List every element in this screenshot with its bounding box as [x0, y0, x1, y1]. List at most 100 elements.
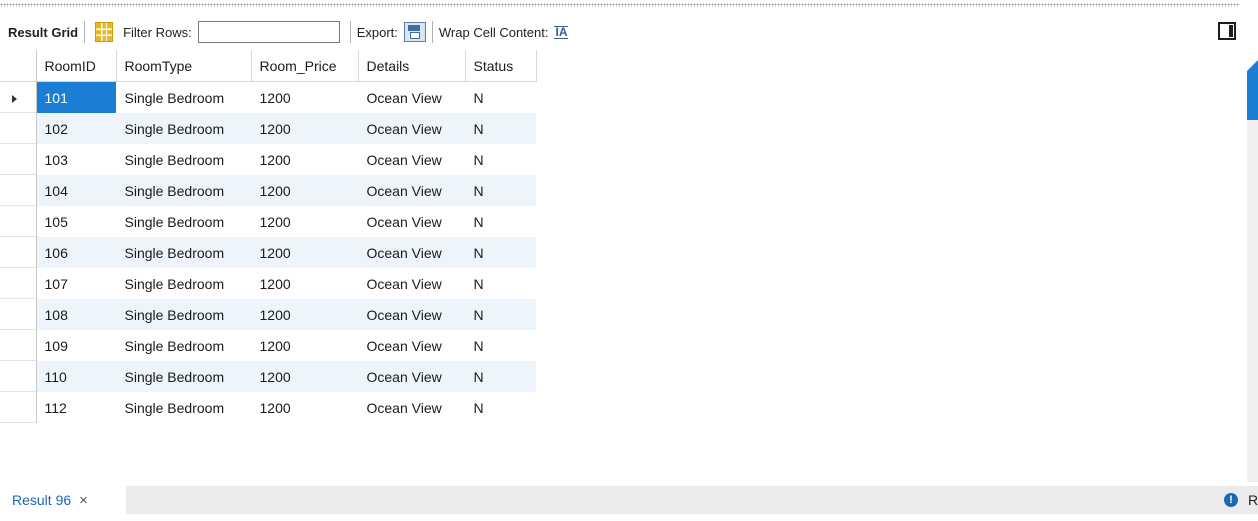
row-header[interactable] — [0, 237, 37, 268]
cell-roomid[interactable]: 102 — [36, 113, 116, 144]
cell-details[interactable]: Ocean View — [358, 113, 465, 144]
table-row[interactable]: 108 Single Bedroom 1200 Ocean View N — [0, 299, 536, 330]
result-toolbar: Result Grid Filter Rows: Export: Wrap Ce… — [0, 14, 1258, 50]
cell-roomtype[interactable]: Single Bedroom — [116, 392, 251, 423]
column-header-details[interactable]: Details — [358, 50, 466, 82]
cell-roomid[interactable]: 112 — [36, 392, 116, 423]
row-header[interactable] — [0, 113, 37, 144]
cell-roomid[interactable]: 103 — [36, 144, 116, 175]
table-row[interactable]: 106 Single Bedroom 1200 Ocean View N — [0, 237, 536, 268]
cell-status[interactable]: N — [465, 299, 536, 330]
cell-status[interactable]: N — [465, 330, 536, 361]
cell-details[interactable]: Ocean View — [358, 268, 465, 299]
toolbar-separator — [349, 21, 351, 43]
grid-view-icon[interactable] — [95, 22, 114, 42]
cell-room-price[interactable]: 1200 — [251, 113, 358, 144]
cell-roomtype[interactable]: Single Bedroom — [116, 113, 251, 144]
cell-room-price[interactable]: 1200 — [251, 392, 358, 423]
filter-rows-input[interactable] — [197, 21, 340, 43]
cell-roomid[interactable]: 101 — [36, 81, 116, 113]
row-header[interactable] — [0, 81, 37, 113]
export-label: Export: — [356, 24, 398, 40]
result-grid-label[interactable]: Result Grid — [8, 25, 78, 40]
cell-details[interactable]: Ocean View — [358, 82, 465, 114]
cell-room-price[interactable]: 1200 — [251, 237, 358, 268]
cell-roomtype[interactable]: Single Bedroom — [116, 237, 251, 268]
column-header-room-price[interactable]: Room_Price — [251, 50, 359, 82]
cell-roomtype[interactable]: Single Bedroom — [116, 175, 251, 206]
cell-status[interactable]: N — [465, 361, 536, 392]
cell-status[interactable]: N — [465, 392, 536, 423]
row-header[interactable] — [0, 330, 37, 361]
current-row-arrow-icon — [12, 94, 17, 103]
table-row[interactable]: 112 Single Bedroom 1200 Ocean View N — [0, 392, 536, 423]
cell-room-price[interactable]: 1200 — [251, 206, 358, 237]
cell-status[interactable]: N — [465, 175, 536, 206]
cell-details[interactable]: Ocean View — [358, 144, 465, 175]
cell-status[interactable]: N — [465, 113, 536, 144]
table-row[interactable]: 102 Single Bedroom 1200 Ocean View N — [0, 113, 536, 144]
row-header[interactable] — [0, 144, 37, 175]
cell-status[interactable]: N — [465, 82, 536, 114]
table-row[interactable]: 105 Single Bedroom 1200 Ocean View N — [0, 206, 536, 237]
tab-result-96[interactable]: Result 96 × — [0, 486, 126, 514]
cell-roomid[interactable]: 110 — [36, 361, 116, 392]
cell-roomid[interactable]: 107 — [36, 268, 116, 299]
vertical-scrollbar[interactable] — [1247, 120, 1258, 482]
cell-room-price[interactable]: 1200 — [251, 82, 358, 114]
cell-roomtype[interactable]: Single Bedroom — [116, 206, 251, 237]
wrap-cell-content-icon[interactable]: ĪA — [554, 25, 569, 39]
cell-roomtype[interactable]: Single Bedroom — [116, 144, 251, 175]
cell-roomid[interactable]: 106 — [36, 237, 116, 268]
cell-roomid[interactable]: 109 — [36, 330, 116, 361]
cell-room-price[interactable]: 1200 — [251, 144, 358, 175]
cell-details[interactable]: Ocean View — [358, 175, 465, 206]
cell-details[interactable]: Ocean View — [358, 361, 465, 392]
table-row[interactable]: 109 Single Bedroom 1200 Ocean View N — [0, 330, 536, 361]
cell-room-price[interactable]: 1200 — [251, 330, 358, 361]
row-header[interactable] — [0, 392, 37, 423]
row-header[interactable] — [0, 206, 37, 237]
cell-details[interactable]: Ocean View — [358, 392, 465, 423]
cell-details[interactable]: Ocean View — [358, 237, 465, 268]
table-row[interactable]: 107 Single Bedroom 1200 Ocean View N — [0, 268, 536, 299]
column-header-status[interactable]: Status — [465, 50, 537, 82]
row-header[interactable] — [0, 361, 37, 392]
cell-roomtype[interactable]: Single Bedroom — [116, 299, 251, 330]
column-header-roomtype[interactable]: RoomType — [116, 50, 252, 82]
table-row[interactable]: 110 Single Bedroom 1200 Ocean View N — [0, 361, 536, 392]
cell-status[interactable]: N — [465, 144, 536, 175]
cell-room-price[interactable]: 1200 — [251, 268, 358, 299]
table-row[interactable]: 101 Single Bedroom 1200 Ocean View N — [0, 81, 536, 114]
side-panel-tab[interactable] — [1247, 60, 1258, 120]
row-header[interactable] — [0, 299, 37, 330]
info-icon[interactable]: ! — [1224, 493, 1238, 507]
cell-roomtype[interactable]: Single Bedroom — [116, 82, 251, 114]
table-row[interactable]: 103 Single Bedroom 1200 Ocean View N — [0, 144, 536, 175]
cell-room-price[interactable]: 1200 — [251, 361, 358, 392]
table-row[interactable]: 104 Single Bedroom 1200 Ocean View N — [0, 175, 536, 206]
cell-details[interactable]: Ocean View — [358, 299, 465, 330]
cell-roomtype[interactable]: Single Bedroom — [116, 361, 251, 392]
cell-status[interactable]: N — [465, 268, 536, 299]
cell-details[interactable]: Ocean View — [358, 206, 465, 237]
row-header[interactable] — [0, 175, 37, 206]
column-header-roomid[interactable]: RoomID — [36, 50, 117, 82]
side-panel-label[interactable]: R — [1248, 492, 1258, 508]
cell-room-price[interactable]: 1200 — [251, 299, 358, 330]
cell-roomtype[interactable]: Single Bedroom — [116, 330, 251, 361]
cell-roomid[interactable]: 104 — [36, 175, 116, 206]
filter-rows-label: Filter Rows: — [123, 24, 192, 40]
cell-roomid[interactable]: 105 — [36, 206, 116, 237]
toggle-side-panel-icon[interactable] — [1218, 22, 1236, 40]
cell-room-price[interactable]: 1200 — [251, 175, 358, 206]
row-header[interactable] — [0, 268, 37, 299]
toolbar-separator — [431, 21, 433, 43]
cell-details[interactable]: Ocean View — [358, 330, 465, 361]
export-icon[interactable] — [403, 22, 426, 42]
cell-status[interactable]: N — [465, 206, 536, 237]
cell-roomid[interactable]: 108 — [36, 299, 116, 330]
cell-status[interactable]: N — [465, 237, 536, 268]
close-icon[interactable]: × — [79, 492, 88, 509]
cell-roomtype[interactable]: Single Bedroom — [116, 268, 251, 299]
